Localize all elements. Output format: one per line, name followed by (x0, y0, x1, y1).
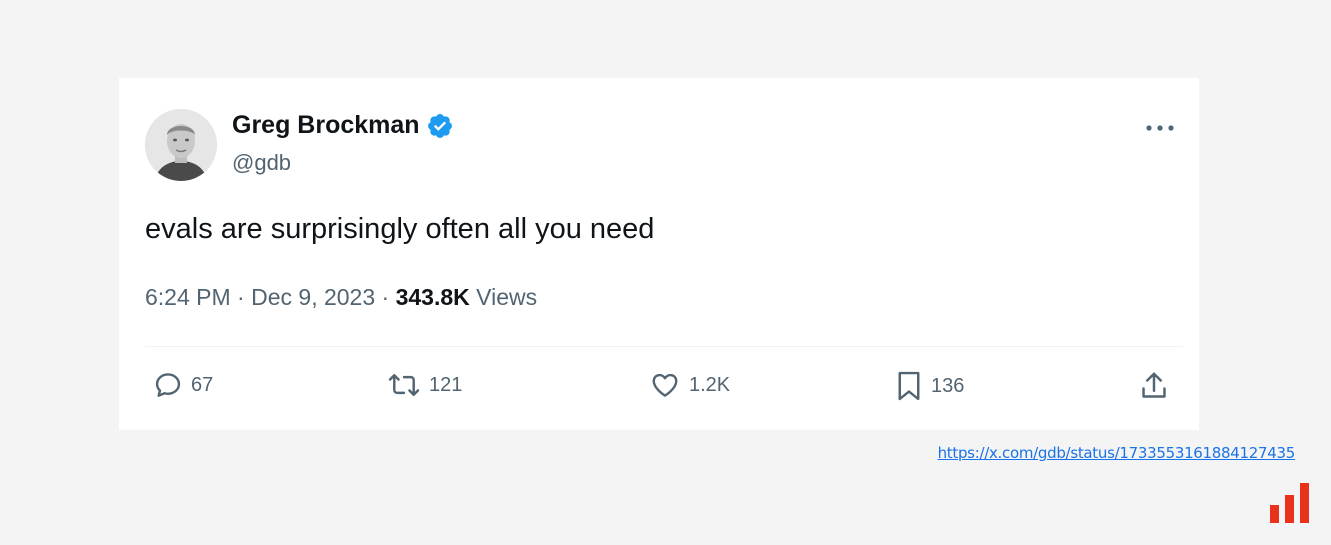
bookmark-count: 136 (931, 374, 965, 397)
meta-separator: · (237, 284, 245, 310)
bookmark-button[interactable]: 136 (895, 370, 964, 402)
source-link[interactable]: https://x.com/gdb/status/173355316188412… (938, 444, 1296, 462)
tweet-text: evals are surprisingly often all you nee… (145, 213, 655, 245)
divider (145, 346, 1183, 347)
avatar[interactable] (145, 109, 217, 181)
more-button[interactable] (1143, 116, 1177, 140)
repost-count: 121 (429, 373, 463, 396)
meta-separator: · (381, 284, 390, 310)
reply-icon (155, 373, 181, 397)
repost-button[interactable]: 121 (387, 370, 462, 400)
author-handle[interactable]: @gdb (232, 150, 291, 176)
author-name-text[interactable]: Greg Brockman (232, 111, 420, 140)
reply-count: 67 (191, 373, 214, 396)
tweet-time[interactable]: 6:24 PM (145, 284, 231, 310)
like-count: 1.2K (689, 373, 731, 396)
repost-icon (388, 374, 420, 396)
reply-button[interactable]: 67 (153, 370, 213, 400)
tweet-meta: 6:24 PM · Dec 9, 2023 · 343.8K Views (145, 284, 537, 311)
bookmark-icon (898, 371, 920, 401)
more-icon (1146, 125, 1174, 131)
tweet-date[interactable]: Dec 9, 2023 (251, 284, 375, 310)
views-count: 343.8K (395, 284, 470, 310)
tweet-card[interactable]: Greg Brockman @gdb evals are surprisingl… (119, 78, 1199, 430)
like-icon (652, 373, 678, 397)
like-button[interactable]: 1.2K (649, 370, 730, 400)
author-name[interactable]: Greg Brockman (232, 111, 454, 140)
verified-icon[interactable] (426, 112, 454, 140)
avatar-image (145, 109, 217, 181)
views-label: Views (476, 284, 538, 310)
share-icon (1142, 372, 1166, 398)
share-button[interactable] (1139, 370, 1169, 402)
bar-chart-logo-icon (1268, 481, 1312, 525)
